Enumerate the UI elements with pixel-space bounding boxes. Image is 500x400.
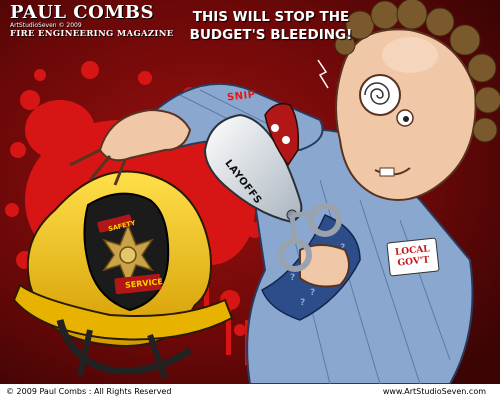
cartoon-frame: ????? [0,0,500,400]
signature-magazine: FIRE ENGINEERING MAGAZINE [10,29,174,39]
speech-line-2: BUDGET'S BLEEDING! [189,27,353,43]
website-text: www.ArtStudioSeven.com [382,387,486,396]
speech-line-1: THIS WILL STOP THE [192,9,350,25]
signature-name: PAUL COMBS [10,2,154,23]
svg-text:?: ? [290,273,295,283]
speech-caption: THIS WILL STOP THE BUDGET'S BLEEDING! [186,8,356,44]
artist-signature: PAUL COMBS ArtStudioSeven © 2009 FIRE EN… [10,4,174,39]
name-badge: LOCAL GOV'T [386,237,440,277]
svg-text:?: ? [310,288,315,298]
cartoon-illustration: ????? [0,0,500,384]
copyright-text: © 2009 Paul Combs : All Rights Reserved [6,387,172,396]
svg-text:?: ? [300,298,305,308]
footer-bar: © 2009 Paul Combs : All Rights Reserved … [0,384,500,400]
